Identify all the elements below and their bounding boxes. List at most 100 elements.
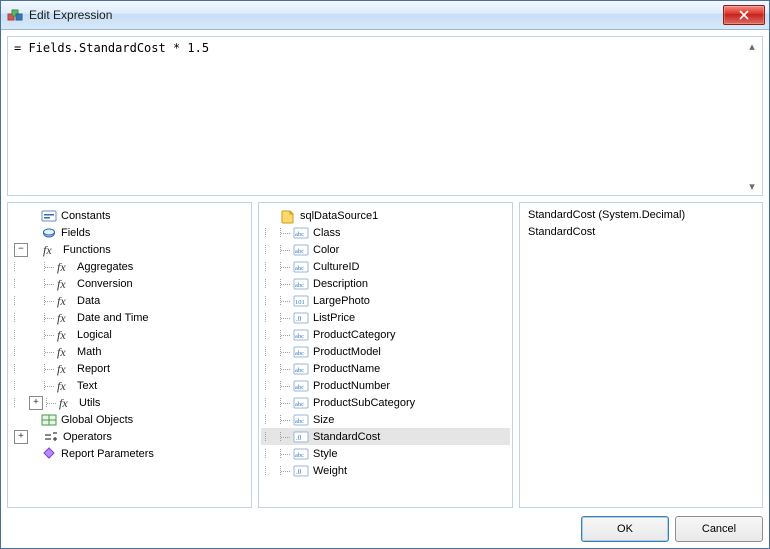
category-label: Report Parameters	[61, 448, 154, 460]
category-label: Utils	[79, 397, 100, 409]
field-item[interactable]: Color	[261, 241, 510, 258]
field-item[interactable]: ProductNumber	[261, 377, 510, 394]
category-label: Logical	[77, 329, 112, 341]
category-item[interactable]: Data	[10, 292, 249, 309]
category-item[interactable]: − Functions	[10, 241, 249, 258]
category-label: Constants	[61, 210, 111, 222]
expand-icon[interactable]: +	[29, 396, 43, 410]
category-item[interactable]: Logical	[10, 326, 249, 343]
datasource-item[interactable]: sqlDataSource1	[261, 207, 510, 224]
category-label: Conversion	[77, 278, 133, 290]
param-icon	[41, 446, 57, 462]
field-label: StandardCost	[313, 431, 380, 443]
category-label: Fields	[61, 227, 90, 239]
abc-icon	[293, 378, 309, 394]
category-item[interactable]: Constants	[10, 207, 249, 224]
abc-icon	[293, 259, 309, 275]
fx-icon	[43, 242, 59, 258]
expression-input[interactable]	[8, 37, 762, 195]
category-label: Global Objects	[61, 414, 133, 426]
fx-icon	[57, 310, 73, 326]
category-label: Data	[77, 295, 100, 307]
field-label: ProductSubCategory	[313, 397, 415, 409]
category-item[interactable]: + Utils	[10, 394, 249, 411]
fx-icon	[57, 259, 73, 275]
ok-button[interactable]: OK	[581, 516, 669, 542]
field-label: ProductNumber	[313, 380, 390, 392]
category-label: Date and Time	[77, 312, 149, 324]
field-item[interactable]: Weight	[261, 462, 510, 479]
field-item[interactable]: ProductModel	[261, 343, 510, 360]
category-item[interactable]: Report	[10, 360, 249, 377]
info-pane: StandardCost (System.Decimal) StandardCo…	[519, 202, 763, 508]
category-label: Operators	[63, 431, 112, 443]
num-icon	[293, 310, 309, 326]
field-label: ListPrice	[313, 312, 355, 324]
titlebar[interactable]: Edit Expression	[1, 1, 769, 30]
fx-icon	[59, 395, 75, 411]
abc-icon	[293, 361, 309, 377]
field-tree-pane[interactable]: sqlDataSource1 Class Color CultureID Descrip…	[258, 202, 513, 508]
dialog-body: ▴ ▾ ConstantsFields−FunctionsAggregatesC…	[1, 30, 769, 548]
field-label: LargePhoto	[313, 295, 370, 307]
fx-icon	[57, 344, 73, 360]
dialog-buttons: OK Cancel	[7, 514, 763, 542]
category-item[interactable]: Report Parameters	[10, 445, 249, 462]
globals-icon	[41, 412, 57, 428]
category-item[interactable]: Text	[10, 377, 249, 394]
field-label: ProductModel	[313, 346, 381, 358]
scroll-up-icon[interactable]: ▴	[749, 39, 755, 53]
category-item[interactable]: Conversion	[10, 275, 249, 292]
expand-icon[interactable]: +	[14, 430, 28, 444]
category-tree-pane[interactable]: Constants Fields − Functions Aggregates Conve…	[7, 202, 252, 508]
category-item[interactable]: Date and Time	[10, 309, 249, 326]
field-item[interactable]: ListPrice	[261, 309, 510, 326]
window-close-button[interactable]	[723, 5, 765, 25]
browser-panes: Constants Fields − Functions Aggregates Conve…	[7, 202, 763, 508]
edit-expression-dialog: Edit Expression ▴ ▾ Constants Fields − Func…	[0, 0, 770, 549]
category-item[interactable]: Math	[10, 343, 249, 360]
field-item[interactable]: ProductName	[261, 360, 510, 377]
field-label: ProductCategory	[313, 329, 396, 341]
datasource-icon	[280, 208, 296, 224]
info-description: StandardCost	[528, 224, 754, 241]
bin-icon	[293, 293, 309, 309]
scroll-down-icon[interactable]: ▾	[749, 179, 755, 193]
field-item[interactable]: Style	[261, 445, 510, 462]
fx-icon	[57, 327, 73, 343]
info-signature: StandardCost (System.Decimal)	[528, 207, 754, 224]
field-label: Weight	[313, 465, 347, 477]
abc-icon	[293, 327, 309, 343]
fx-icon	[57, 293, 73, 309]
field-item[interactable]: ProductSubCategory	[261, 394, 510, 411]
field-label: Class	[313, 227, 341, 239]
app-icon	[7, 7, 23, 23]
category-item[interactable]: Global Objects	[10, 411, 249, 428]
field-item[interactable]: ProductCategory	[261, 326, 510, 343]
field-item[interactable]: LargePhoto	[261, 292, 510, 309]
collapse-icon[interactable]: −	[14, 243, 28, 257]
field-item[interactable]: Description	[261, 275, 510, 292]
num-icon	[293, 429, 309, 445]
datasource-label: sqlDataSource1	[300, 210, 378, 222]
cancel-button[interactable]: Cancel	[675, 516, 763, 542]
abc-icon	[293, 242, 309, 258]
category-item[interactable]: Aggregates	[10, 258, 249, 275]
field-item[interactable]: CultureID	[261, 258, 510, 275]
field-label: Color	[313, 244, 339, 256]
window-title: Edit Expression	[29, 8, 723, 22]
category-item[interactable]: + Operators	[10, 428, 249, 445]
category-item[interactable]: Fields	[10, 224, 249, 241]
fx-icon	[57, 276, 73, 292]
num-icon	[293, 463, 309, 479]
category-label: Text	[77, 380, 97, 392]
field-item[interactable]: StandardCost	[261, 428, 510, 445]
field-item[interactable]: Size	[261, 411, 510, 428]
field-label: Description	[313, 278, 368, 290]
fx-icon	[57, 361, 73, 377]
field-item[interactable]: Class	[261, 224, 510, 241]
category-label: Functions	[63, 244, 111, 256]
expression-scrollbar[interactable]: ▴ ▾	[744, 39, 760, 193]
abc-icon	[293, 395, 309, 411]
field-label: Style	[313, 448, 337, 460]
